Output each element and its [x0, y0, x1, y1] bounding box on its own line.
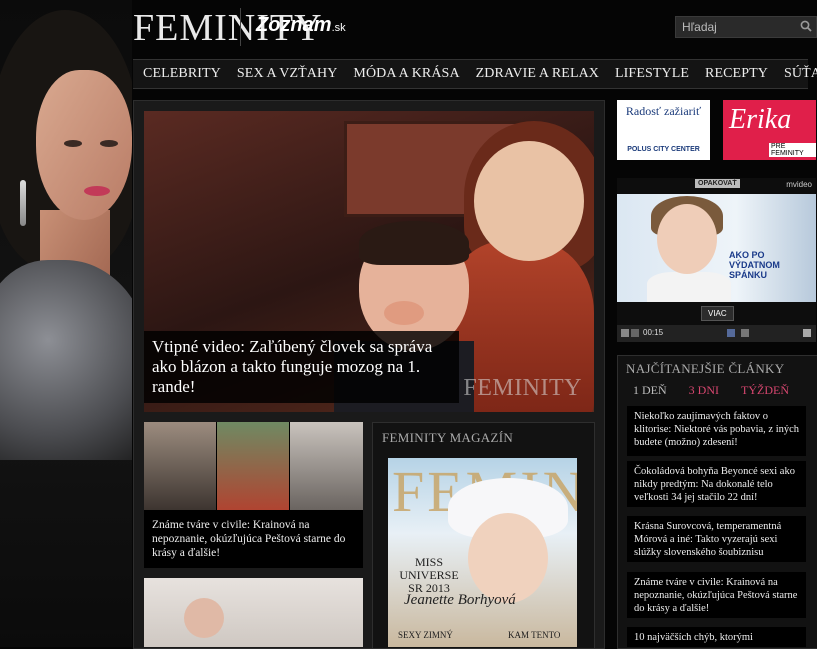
logo-divider — [240, 8, 241, 46]
most-read-item[interactable]: Niekoľko zaujímavých faktov o klitorise:… — [627, 406, 806, 456]
tab-3-dni[interactable]: 3 DNI — [683, 383, 725, 403]
article-caption: Známe tváre v civile: Krainová na nepozn… — [144, 512, 363, 568]
nav-item-sex-a-vztahy[interactable]: SEX A VZŤAHY — [229, 66, 346, 82]
video-player[interactable]: OPAKOVAŤ mvideo AKO PO VÝDATNOM SPÁNKU V… — [617, 178, 816, 342]
article-photo — [144, 422, 216, 510]
cover-subline: SEXY ZIMNÝ — [398, 630, 453, 640]
most-read-title: Krásna Surovcová, temperamentná Mórová a… — [634, 521, 782, 558]
video-time: 00:15 — [643, 328, 664, 337]
cover-headline: MISS UNIVERSE SR 2013 — [399, 555, 459, 595]
magazine-heading: FEMINITY MAGAZÍN — [382, 430, 514, 445]
facebook-share-icon[interactable] — [727, 329, 735, 337]
most-read-title: Známe tváre v civile: Krainová na nepozn… — [634, 577, 798, 614]
model-lips — [84, 186, 110, 196]
hero-title: Vtipné video: Zaľúbený človek sa správa … — [152, 337, 433, 396]
article-photo — [290, 422, 363, 510]
most-read-title: Niekoľko zaujímavých faktov o klitorise:… — [634, 411, 800, 448]
article-card[interactable]: Známe tváre v civile: Krainová na nepozn… — [144, 422, 363, 568]
header-model-image — [0, 0, 132, 647]
ad-polus-brand: POLUS CITY CENTER — [627, 146, 700, 153]
model-earring — [20, 180, 26, 226]
most-read-heading: NAJČÍTANEJŠIE ČLÁNKY — [626, 361, 785, 376]
most-read-item[interactable]: Krásna Surovcová, temperamentná Mórová a… — [627, 516, 806, 562]
video-person-body — [647, 272, 731, 302]
hero-man-hair — [359, 221, 469, 265]
video-person-face — [657, 204, 717, 274]
video-screen[interactable]: AKO PO VÝDATNOM SPÁNKU — [617, 194, 816, 302]
article-photo — [217, 422, 289, 510]
main-nav: CELEBRITY SEX A VZŤAHY MÓDA A KRÁSA ZDRA… — [133, 59, 817, 89]
ad-polus-text: Radosť zažiariť — [625, 104, 702, 118]
model-face — [36, 70, 132, 220]
cover-signature: Jeanette Borhyová — [404, 592, 516, 608]
hero-man-nose — [384, 301, 424, 325]
most-read-item[interactable]: Známe tváre v civile: Krainová na nepozn… — [627, 572, 806, 618]
model-fur — [0, 260, 132, 460]
tab-1-den[interactable]: 1 DEŇ — [627, 383, 673, 403]
tab-tyzden[interactable]: TÝŽDEŇ — [735, 383, 795, 403]
ad-erika-sub: PRE FEMINITY — [769, 143, 816, 157]
video-ad-text: AKO PO VÝDATNOM SPÁNKU — [729, 250, 780, 280]
share-icon[interactable] — [741, 329, 749, 337]
nav-item-moda-a-krasa[interactable]: MÓDA A KRÁSA — [345, 66, 467, 82]
article-photo — [184, 598, 224, 638]
ad-erika-text: Erika — [729, 104, 792, 135]
zoznam-logo[interactable]: Zoznam.sk — [256, 14, 346, 37]
nav-item-recepty[interactable]: RECEPTY — [697, 66, 776, 82]
nav-item-sutaze[interactable]: SÚŤAŽE — [776, 66, 817, 82]
hero-watermark: FEMINITY — [463, 375, 582, 401]
nav-item-zdravie-a-relax[interactable]: ZDRAVIE A RELAX — [468, 66, 607, 82]
most-read-item[interactable]: 10 najväčších chýb, ktorými — [627, 627, 806, 647]
nav-item-celebrity[interactable]: CELEBRITY — [133, 66, 229, 82]
ad-erika-banner[interactable]: Erika PRE FEMINITY — [723, 100, 816, 160]
volume-icon[interactable] — [631, 329, 639, 337]
play-pause-icon[interactable] — [621, 329, 629, 337]
most-read-title: Čokoládová bohyňa Beyoncé sexi ako nikdy… — [634, 466, 795, 503]
article-title: Známe tváre v civile: Krainová na nepozn… — [152, 519, 346, 559]
more-button[interactable]: VIAC — [701, 306, 734, 321]
search-icon[interactable] — [800, 20, 812, 32]
magazine-cover[interactable]: FEMINITY MISS UNIVERSE SR 2013 Jeanette … — [388, 458, 577, 647]
hero-woman-head — [474, 141, 584, 261]
video-controls: 00:15 — [617, 325, 816, 342]
hero-caption[interactable]: Vtipné video: Zaľúbený človek sa správa … — [144, 331, 459, 403]
zoznam-logo-text: Zoznam — [256, 14, 332, 36]
zoznam-logo-suffix: .sk — [331, 22, 346, 34]
model-eye — [100, 140, 118, 147]
most-read-tabs: 1 DEŇ 3 DNI TÝŽDEŇ — [617, 383, 816, 403]
model-eye — [64, 140, 82, 147]
cover-subline: KAM TENTO — [508, 630, 561, 640]
video-brand: mvideo — [786, 180, 812, 189]
ad-polus-banner[interactable]: Radosť zažiariť POLUS CITY CENTER — [617, 100, 710, 160]
nav-item-lifestyle[interactable]: LIFESTYLE — [607, 66, 697, 82]
cover-face — [468, 513, 548, 603]
replay-button[interactable]: OPAKOVAŤ — [695, 179, 740, 188]
search-input[interactable] — [680, 18, 794, 36]
search-box — [675, 16, 817, 38]
most-read-item[interactable]: Čokoládová bohyňa Beyoncé sexi ako nikdy… — [627, 461, 806, 507]
fullscreen-icon[interactable] — [803, 329, 811, 337]
most-read-title: 10 najväčších chýb, ktorými — [634, 632, 753, 643]
article-card[interactable] — [144, 578, 363, 647]
